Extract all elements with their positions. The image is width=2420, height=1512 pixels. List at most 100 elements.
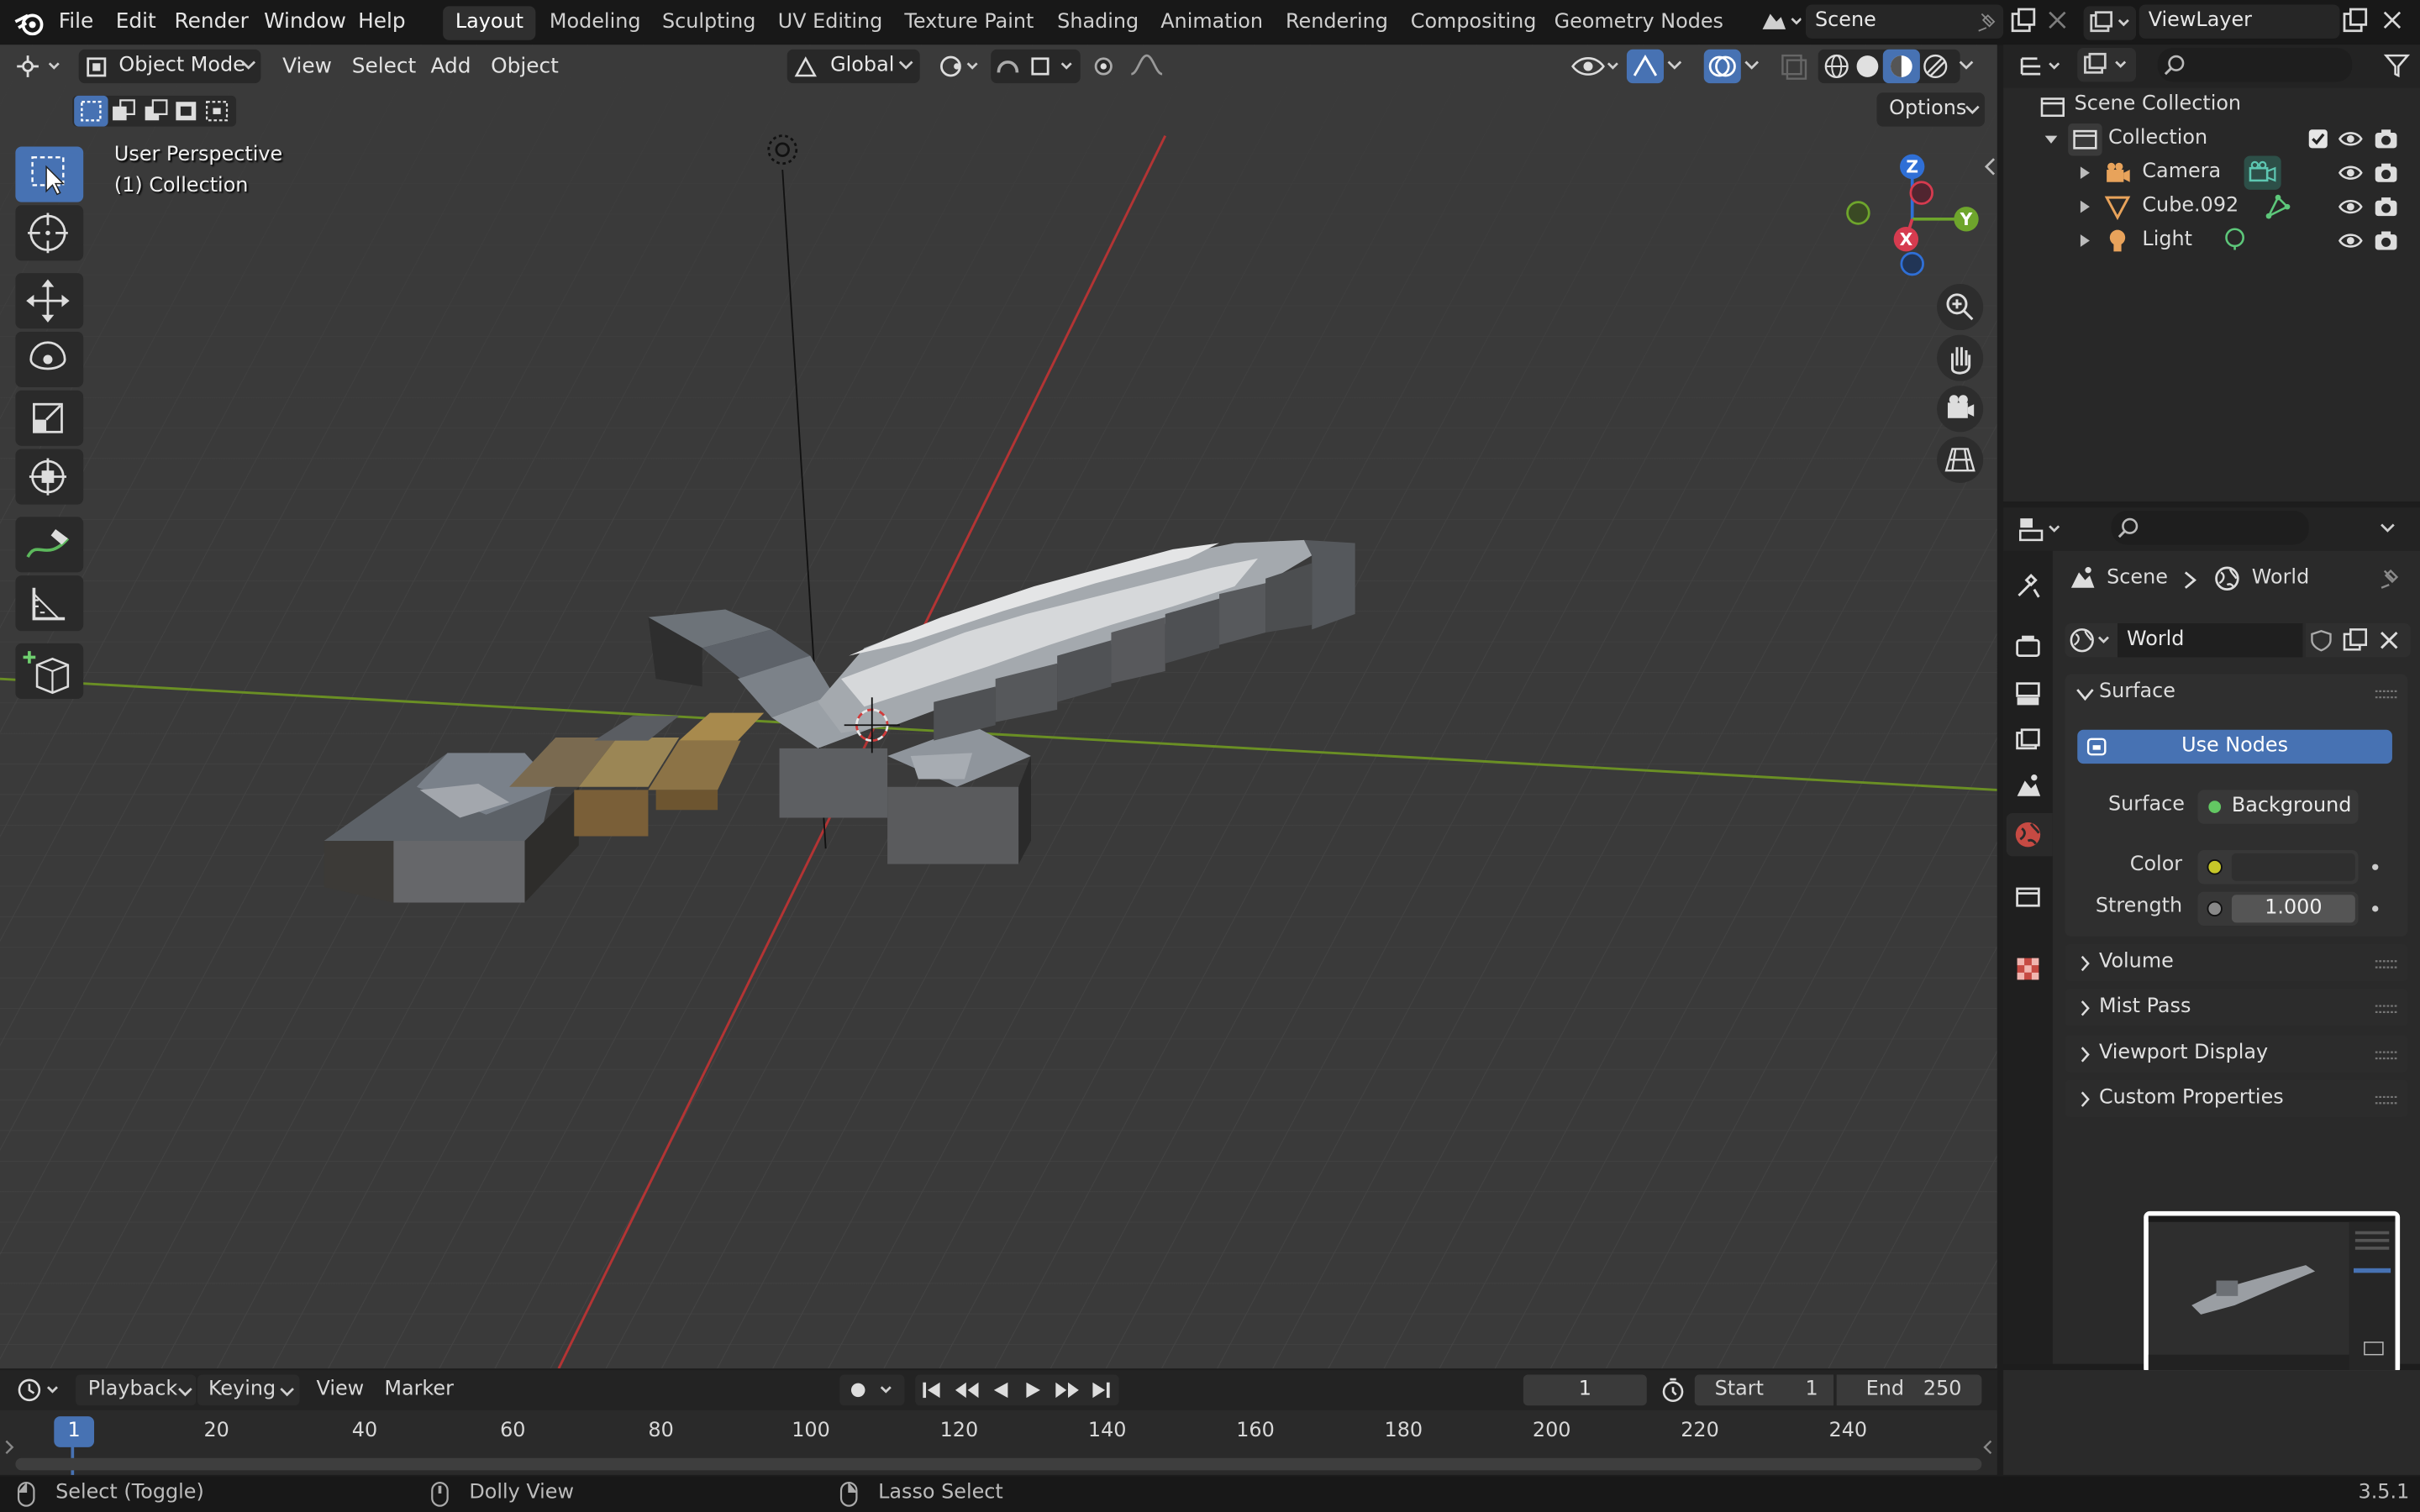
timeline-editor-icon[interactable] [13, 1375, 68, 1406]
collection-label[interactable]: Collection [2108, 127, 2207, 150]
jump-keyframe-back-icon[interactable] [952, 1378, 983, 1402]
keyframe-dot-icon[interactable] [2372, 864, 2379, 870]
select-invert-icon[interactable] [171, 96, 203, 127]
chevron-left-icon[interactable] [1981, 1438, 1994, 1457]
viewport-display-panel[interactable]: Viewport Display [2065, 1035, 2408, 1073]
menu-file[interactable]: File [59, 0, 93, 43]
volume-panel[interactable]: Volume [2065, 944, 2408, 982]
blender-logo-icon[interactable] [14, 9, 45, 36]
custom-properties-panel[interactable]: Custom Properties [2065, 1079, 2408, 1117]
move-tool[interactable] [15, 273, 84, 329]
select-extend-icon[interactable] [108, 96, 139, 127]
visibility-toggle-icon[interactable] [1568, 50, 1623, 83]
snap-toggle-icon[interactable] [991, 49, 1081, 84]
select-intersect-icon[interactable] [203, 96, 234, 127]
zoom-view-icon[interactable] [1937, 283, 1984, 331]
pin-icon[interactable] [2377, 566, 2402, 591]
eye-icon[interactable] [2337, 127, 2365, 151]
current-frame-field[interactable]: 1 [1523, 1374, 1647, 1406]
viewport-menu-object[interactable]: Object [491, 48, 559, 85]
select-new-icon[interactable] [74, 95, 108, 127]
render-camera-icon[interactable] [2372, 127, 2400, 151]
navigation-gizmo[interactable]: Z Y X [1839, 150, 1987, 297]
timeline-view-menu[interactable]: View [317, 1378, 365, 1401]
preview-range-icon[interactable] [1658, 1375, 1689, 1406]
mesh-data-icon[interactable] [2263, 192, 2294, 223]
3d-viewport[interactable]: Object Mode View Select Add Object Globa… [0, 45, 1997, 1369]
play-reverse-icon[interactable] [988, 1378, 1013, 1402]
duplicate-world-icon[interactable] [2341, 627, 2369, 654]
chevron-right-icon[interactable] [3, 1438, 16, 1457]
viewport-menu-view[interactable]: View [282, 48, 332, 85]
outliner-editor-icon[interactable] [2016, 51, 2068, 82]
menu-help[interactable]: Help [358, 0, 406, 43]
light-data-icon[interactable] [2221, 225, 2249, 253]
render-camera-icon[interactable] [2372, 228, 2400, 253]
start-frame-field[interactable]: Start 1 [1694, 1374, 1834, 1406]
output-tab-icon[interactable] [2012, 679, 2044, 710]
tab-sculpting[interactable]: Sculpting [650, 6, 768, 39]
select-subtract-icon[interactable] [140, 96, 171, 127]
jump-keyframe-forward-icon[interactable] [1051, 1378, 1082, 1402]
outliner-item-camera[interactable]: Camera [2142, 160, 2221, 184]
render-camera-icon[interactable] [2372, 194, 2400, 218]
timeline-marker-menu[interactable]: Marker [384, 1378, 454, 1401]
menu-edit[interactable]: Edit [116, 0, 156, 43]
tab-modeling[interactable]: Modeling [537, 6, 653, 39]
proportional-edit-icon[interactable] [1088, 50, 1175, 83]
fake-user-shield-icon[interactable] [2309, 628, 2333, 653]
viewlayer-icon[interactable] [2083, 6, 2137, 40]
tab-uv-editing[interactable]: UV Editing [765, 6, 895, 39]
tab-shading[interactable]: Shading [1044, 6, 1150, 39]
menu-render[interactable]: Render [175, 0, 249, 43]
screenshot-thumbnail[interactable] [2144, 1210, 2401, 1375]
world-browse-icon[interactable] [2065, 623, 2118, 658]
overlays-toggle-icon[interactable] [1703, 49, 1741, 84]
select-box-tool[interactable] [15, 146, 84, 202]
panel-expanded-chevron-icon[interactable] [2075, 686, 2094, 701]
rotate-tool[interactable] [15, 331, 84, 388]
tab-texture-paint[interactable]: Texture Paint [892, 6, 1046, 39]
render-camera-icon[interactable] [2372, 160, 2400, 185]
scene-field[interactable]: Scene [1805, 4, 2004, 39]
gizmo-toggle-icon[interactable] [1626, 49, 1664, 84]
add-cube-tool[interactable] [15, 643, 84, 700]
eye-icon[interactable] [2337, 160, 2365, 185]
render-tab-icon[interactable] [2012, 631, 2044, 662]
tab-layout[interactable]: Layout [443, 6, 536, 40]
display-mode-icon[interactable] [2077, 47, 2137, 82]
chevron-left-icon[interactable] [1981, 156, 1996, 178]
outliner-item-cube[interactable]: Cube.092 [2142, 194, 2238, 218]
pivot-point-icon[interactable] [935, 50, 981, 83]
exclude-checkbox-icon[interactable] [2306, 127, 2330, 151]
viewport-menu-select[interactable]: Select [352, 48, 417, 85]
expand-arrow-icon[interactable] [2077, 165, 2092, 181]
view-layer-tab-icon[interactable] [2012, 725, 2044, 756]
chevron-down-icon[interactable] [1744, 59, 1760, 71]
viewport-menu-add[interactable]: Add [430, 48, 471, 85]
unlink-world-icon[interactable] [2378, 629, 2400, 651]
surface-shader-field[interactable]: Background [2197, 790, 2359, 824]
properties-editor-icon[interactable] [2016, 514, 2068, 545]
playhead-frame[interactable]: 1 [54, 1416, 95, 1447]
keyframe-dot-icon[interactable] [2372, 906, 2379, 912]
menu-window[interactable]: Window [264, 0, 346, 43]
drag-handle-icon[interactable] [2375, 1003, 2397, 1016]
drag-handle-icon[interactable] [2375, 958, 2397, 971]
world-name-field[interactable]: World [2118, 623, 2303, 658]
expand-arrow-icon[interactable] [2077, 199, 2092, 214]
eye-icon[interactable] [2337, 194, 2365, 218]
drag-handle-icon[interactable] [2375, 1094, 2397, 1106]
solid-shading-icon[interactable] [1854, 52, 1881, 80]
collection-tab-icon[interactable] [2012, 881, 2044, 912]
strength-field[interactable]: 1.000 [2197, 891, 2359, 927]
annotate-tool[interactable] [15, 517, 84, 573]
delete-viewlayer-icon[interactable] [2381, 9, 2403, 31]
drag-handle-icon[interactable] [2375, 1049, 2397, 1062]
new-scene-icon[interactable] [2009, 8, 2037, 35]
color-swatch[interactable] [2231, 853, 2355, 881]
chevron-down-icon[interactable] [1667, 59, 1682, 71]
outliner-search-input[interactable] [2157, 47, 2353, 82]
new-viewlayer-icon[interactable] [2341, 8, 2369, 35]
material-preview-shading-icon[interactable] [1882, 49, 1920, 84]
